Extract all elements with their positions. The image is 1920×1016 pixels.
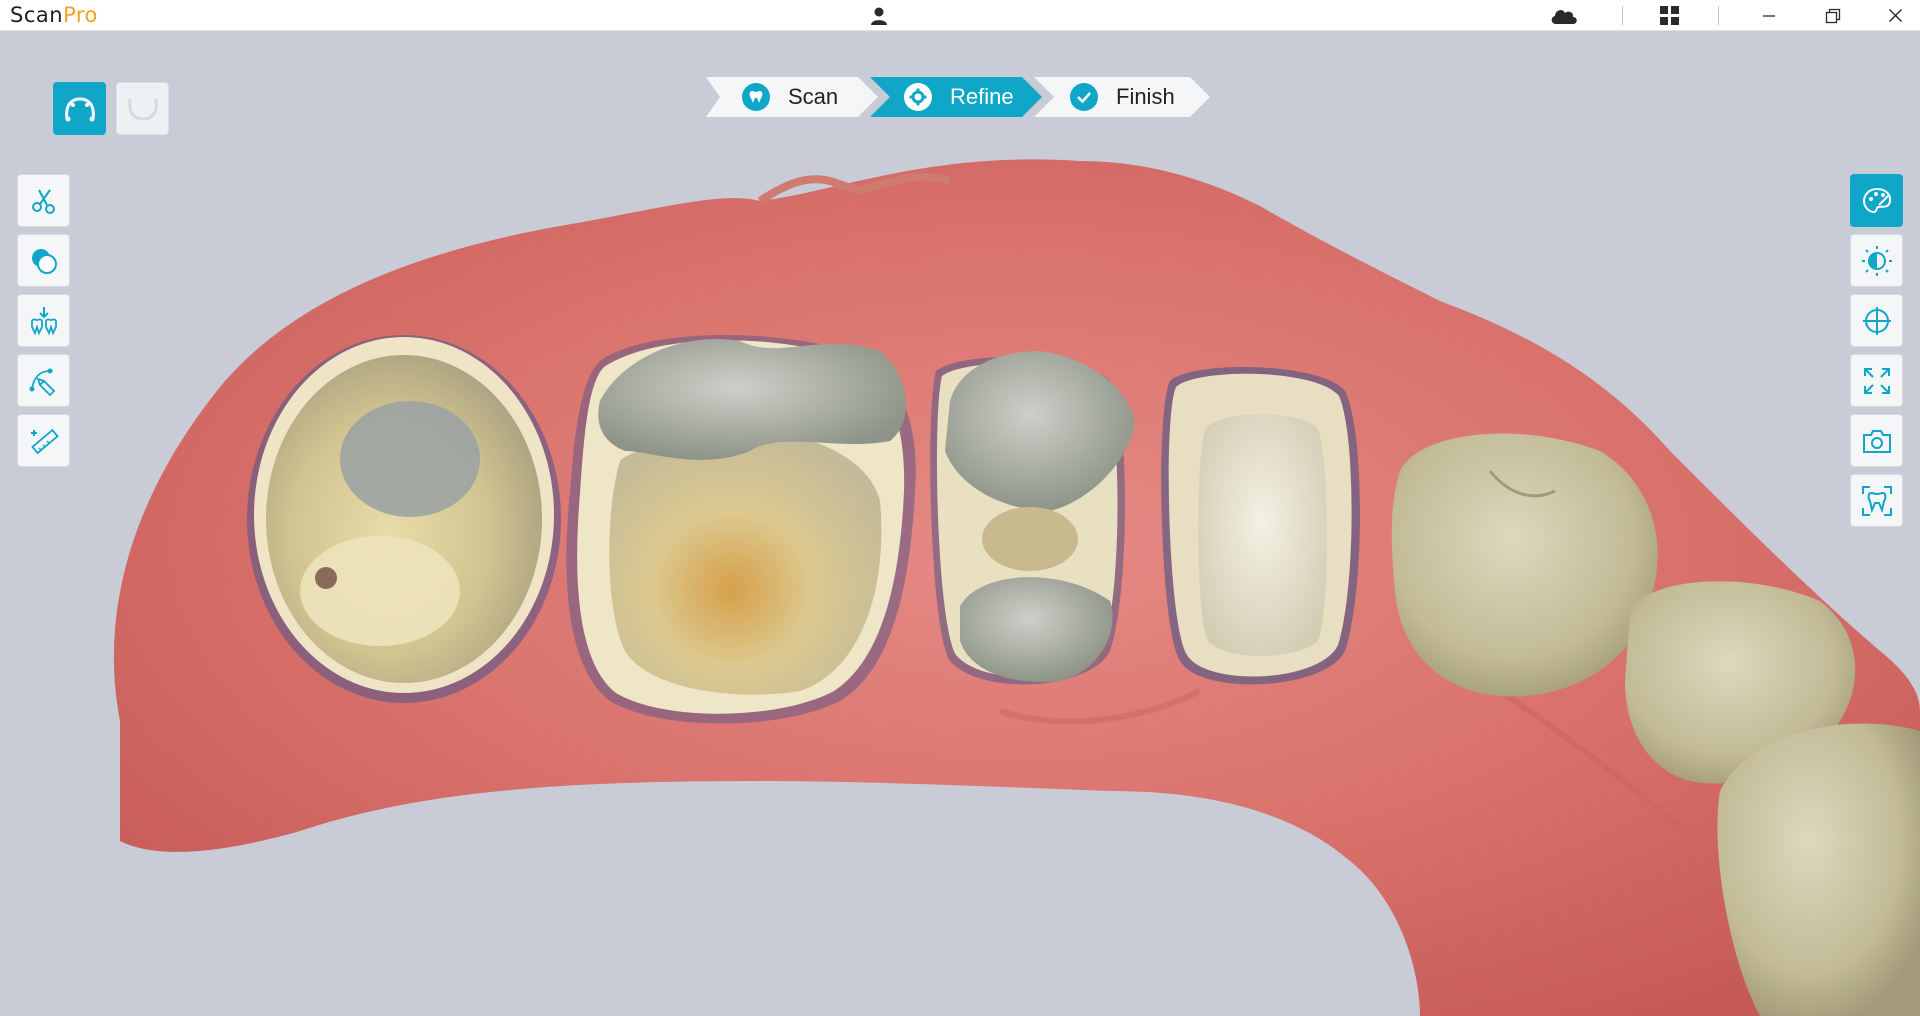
overlap-tool-button[interactable] xyxy=(17,234,70,287)
fit-view-button[interactable] xyxy=(1850,354,1903,407)
margin-line-icon xyxy=(29,368,55,396)
center-view-button[interactable] xyxy=(1850,294,1903,347)
step-scan-label: Scan xyxy=(788,84,839,109)
fit-view-icon xyxy=(1863,367,1890,394)
step-finish-label: Finish xyxy=(1116,84,1175,109)
step-finish[interactable]: Finish xyxy=(1034,77,1210,117)
user-icon[interactable] xyxy=(866,0,892,31)
workflow-stepper: Scan Refine Finish xyxy=(706,77,1212,117)
camera-icon xyxy=(1862,429,1891,453)
lower-jaw-button[interactable] xyxy=(116,82,169,135)
margin-line-tool-button[interactable] xyxy=(17,354,70,407)
measure-icon xyxy=(30,428,59,454)
occlusion-tool-button[interactable] xyxy=(17,294,70,347)
logo-text-pro: Pro xyxy=(63,3,98,27)
tooth-view-button[interactable] xyxy=(1850,474,1903,527)
cloud-icon[interactable] xyxy=(1546,0,1582,31)
grid-icon[interactable] xyxy=(1656,0,1682,31)
tooth-view-icon xyxy=(1861,485,1892,516)
screenshot-button[interactable] xyxy=(1850,414,1903,467)
gear-icon xyxy=(904,83,932,111)
title-bar: ScanPro xyxy=(0,0,1920,31)
dental-scan-model[interactable] xyxy=(0,31,1920,1016)
step-refine-label: Refine xyxy=(950,84,1014,109)
close-icon[interactable] xyxy=(1880,0,1910,31)
scan-viewport[interactable]: Scan Refine Finish xyxy=(0,31,1920,1016)
minimize-icon[interactable] xyxy=(1754,0,1784,31)
occlusion-icon xyxy=(30,306,57,335)
texture-tool-button[interactable] xyxy=(1850,174,1903,227)
app-logo: ScanPro xyxy=(10,3,98,27)
restore-icon[interactable] xyxy=(1818,0,1848,31)
measure-tool-button[interactable] xyxy=(17,414,70,467)
upper-jaw-icon xyxy=(64,96,95,121)
upper-jaw-button[interactable] xyxy=(53,82,106,135)
texture-palette-icon xyxy=(1862,187,1891,213)
crosshair-icon xyxy=(1862,306,1891,335)
tooth-scan-icon xyxy=(742,83,770,111)
scissors-icon xyxy=(31,188,55,214)
overlap-icon xyxy=(31,248,57,274)
contrast-icon xyxy=(1861,245,1892,276)
logo-text-scan: Scan xyxy=(10,3,64,27)
lower-jaw-icon xyxy=(127,98,158,121)
check-icon xyxy=(1070,83,1098,111)
contrast-tool-button[interactable] xyxy=(1850,234,1903,287)
step-scan[interactable]: Scan xyxy=(706,77,878,117)
trim-tool-button[interactable] xyxy=(17,174,70,227)
titlebar-separator xyxy=(1718,6,1719,25)
step-refine[interactable]: Refine xyxy=(870,77,1042,117)
titlebar-separator xyxy=(1622,6,1623,25)
